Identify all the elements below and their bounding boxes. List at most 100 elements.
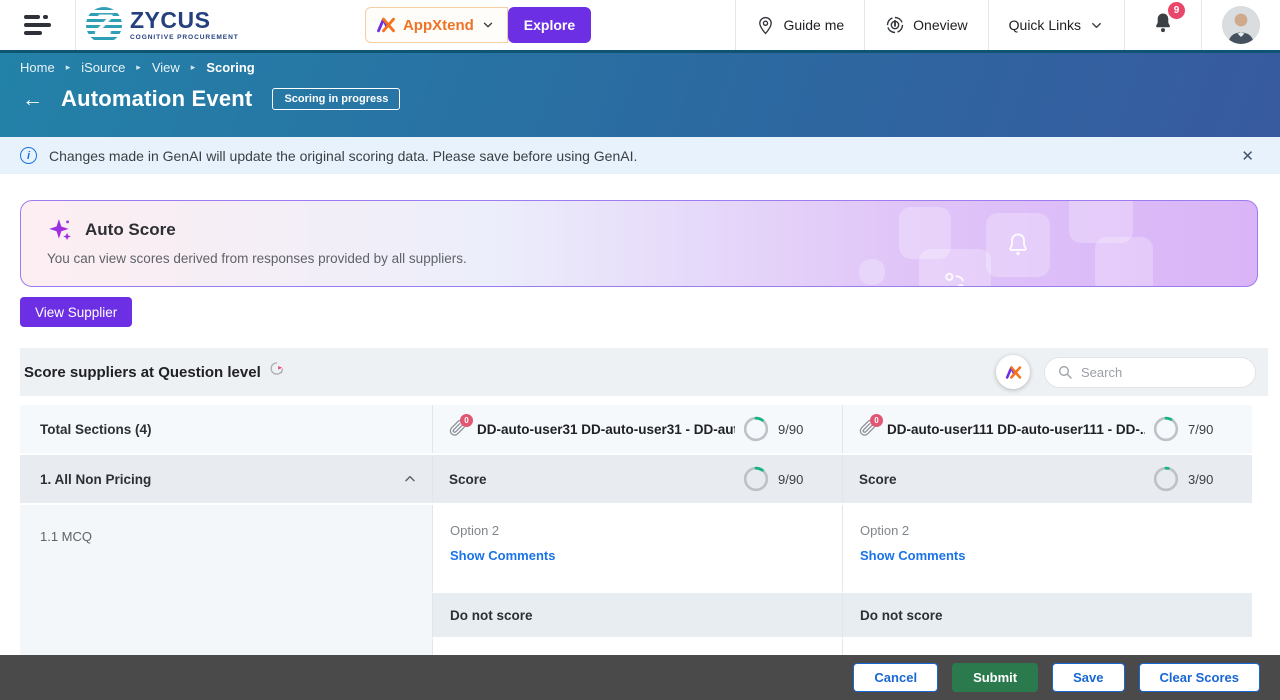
notification-badge: 9	[1168, 2, 1185, 19]
score-ring	[1153, 466, 1179, 492]
brand-name: ZYCUS	[130, 9, 239, 32]
scoring-table: Total Sections (4) 0 DD-auto-user31 DD-a…	[20, 405, 1252, 655]
sparkle-icon	[47, 217, 73, 243]
app-header: Z ZYCUS COGNITIVE PROCUREMENT AppXtend E…	[0, 0, 1280, 50]
section-score: 9/90	[778, 472, 816, 487]
page-hero: Home ▸ iSource ▸ View ▸ Scoring ← Automa…	[0, 50, 1280, 137]
breadcrumb-view[interactable]: View	[152, 60, 180, 75]
quick-links-dropdown[interactable]: Quick Links	[989, 17, 1124, 33]
do-not-score-cell[interactable]: Do not score	[842, 593, 1252, 639]
score-refresh-icon	[269, 360, 286, 377]
next-row-partial	[432, 639, 842, 655]
auto-score-card: Auto Score You can view scores derived f…	[20, 200, 1258, 287]
supplier-name: DD-auto-user111 DD-auto-user111 - DD-...	[887, 422, 1145, 437]
breadcrumb: Home ▸ iSource ▸ View ▸ Scoring	[20, 60, 255, 75]
answer-value: Option 2	[860, 523, 1252, 538]
answer-value: Option 2	[450, 523, 842, 538]
search-icon	[1057, 364, 1073, 380]
status-badge: Scoring in progress	[272, 88, 400, 110]
table-header-row: Total Sections (4) 0 DD-auto-user31 DD-a…	[20, 405, 1252, 453]
show-comments-link[interactable]: Show Comments	[450, 548, 555, 563]
zycus-logo[interactable]: Z ZYCUS COGNITIVE PROCUREMENT	[86, 7, 239, 43]
genai-info-banner: i Changes made in GenAI will update the …	[0, 137, 1280, 174]
guide-me-icon	[756, 16, 775, 35]
appxtend-dropdown[interactable]: AppXtend	[365, 7, 508, 43]
panel-title: Score suppliers at Question level	[24, 364, 261, 381]
question-label: 1.1 MCQ	[20, 505, 432, 655]
show-comments-link[interactable]: Show Comments	[860, 548, 965, 563]
supplier-name: DD-auto-user31 DD-auto-user31 - DD-aut..…	[477, 422, 735, 437]
question-row: 1.1 MCQ Option 2 Show Comments Option 2 …	[20, 505, 1252, 655]
brand-tagline: COGNITIVE PROCUREMENT	[130, 34, 239, 41]
section-score-cell: Score 9/90	[432, 455, 842, 503]
close-icon[interactable]: ✕	[1235, 145, 1260, 167]
decor-tile	[1095, 237, 1153, 287]
breadcrumb-home[interactable]: Home	[20, 60, 55, 75]
clear-scores-button[interactable]: Clear Scores	[1139, 663, 1261, 692]
decor-bell-tile	[986, 213, 1050, 277]
supplier-score: 7/90	[1188, 422, 1226, 437]
section-score: 3/90	[1188, 472, 1226, 487]
save-button[interactable]: Save	[1052, 663, 1124, 692]
breadcrumb-separator-icon: ▸	[66, 62, 71, 73]
notifications-button[interactable]: 9	[1125, 11, 1201, 40]
breadcrumb-separator-icon: ▸	[136, 62, 141, 73]
supplier-column-header[interactable]: 0 DD-auto-user31 DD-auto-user31 - DD-aut…	[432, 405, 842, 453]
oneview-icon	[885, 15, 905, 35]
appxtend-icon	[1005, 364, 1022, 381]
search-box[interactable]	[1044, 357, 1256, 388]
score-ring	[743, 416, 769, 442]
next-row-partial	[842, 639, 1252, 655]
search-input[interactable]	[1081, 365, 1231, 380]
attachment-count-badge: 0	[460, 414, 473, 427]
score-ring	[1153, 416, 1179, 442]
info-icon: i	[20, 147, 37, 164]
chevron-down-icon	[1089, 18, 1104, 33]
appxtend-icon	[376, 15, 396, 35]
bell-outline-icon	[1003, 230, 1033, 260]
section-label: 1. All Non Pricing	[40, 472, 151, 487]
breadcrumb-separator-icon: ▸	[191, 62, 196, 73]
cancel-button[interactable]: Cancel	[853, 663, 938, 692]
breadcrumb-scoring: Scoring	[206, 60, 254, 75]
decor-people-tile	[919, 249, 991, 287]
total-sections-header: Total Sections (4)	[40, 422, 152, 437]
chevron-down-icon	[481, 18, 495, 32]
answer-cell: Option 2 Show Comments	[842, 505, 1252, 593]
page-title: Automation Event	[61, 86, 252, 112]
decor-tile	[859, 259, 885, 285]
explore-button[interactable]: Explore	[508, 7, 591, 43]
avatar-photo	[1222, 6, 1260, 44]
submit-button[interactable]: Submit	[952, 663, 1038, 692]
supplier-column-header[interactable]: 0 DD-auto-user111 DD-auto-user111 - DD-.…	[842, 405, 1252, 453]
view-supplier-button[interactable]: View Supplier	[20, 297, 132, 327]
do-not-score-cell[interactable]: Do not score	[432, 593, 842, 639]
guide-me-button[interactable]: Guide me	[736, 16, 864, 35]
auto-score-description: You can view scores derived from respons…	[47, 251, 467, 266]
supplier-score: 9/90	[778, 422, 816, 437]
auto-score-title: Auto Score	[85, 220, 176, 240]
divider	[1201, 0, 1202, 50]
oneview-button[interactable]: Oneview	[865, 15, 987, 35]
breadcrumb-isource[interactable]: iSource	[81, 60, 125, 75]
divider	[75, 0, 76, 50]
score-ring	[743, 466, 769, 492]
section-score-cell: Score 3/90	[842, 455, 1252, 503]
appxtend-label: AppXtend	[403, 17, 474, 34]
panel-header: Score suppliers at Question level	[20, 348, 1268, 396]
menu-icon[interactable]	[24, 11, 51, 39]
appxtend-fab[interactable]	[996, 355, 1030, 389]
back-button[interactable]: ←	[18, 87, 47, 112]
attachment-icon[interactable]: 0	[859, 418, 879, 440]
action-footer: Cancel Submit Save Clear Scores	[0, 655, 1280, 700]
answer-cell: Option 2 Show Comments	[432, 505, 842, 593]
attachment-count-badge: 0	[870, 414, 883, 427]
zycus-globe-icon: Z	[86, 7, 122, 43]
attachment-icon[interactable]: 0	[449, 418, 469, 440]
collapse-icon[interactable]	[402, 471, 418, 487]
section-row: 1. All Non Pricing Score 9/90 Score	[20, 455, 1252, 503]
section-cell[interactable]: 1. All Non Pricing	[20, 455, 432, 503]
people-sync-icon	[938, 267, 972, 287]
banner-message: Changes made in GenAI will update the or…	[49, 148, 637, 164]
user-avatar[interactable]	[1222, 6, 1260, 44]
